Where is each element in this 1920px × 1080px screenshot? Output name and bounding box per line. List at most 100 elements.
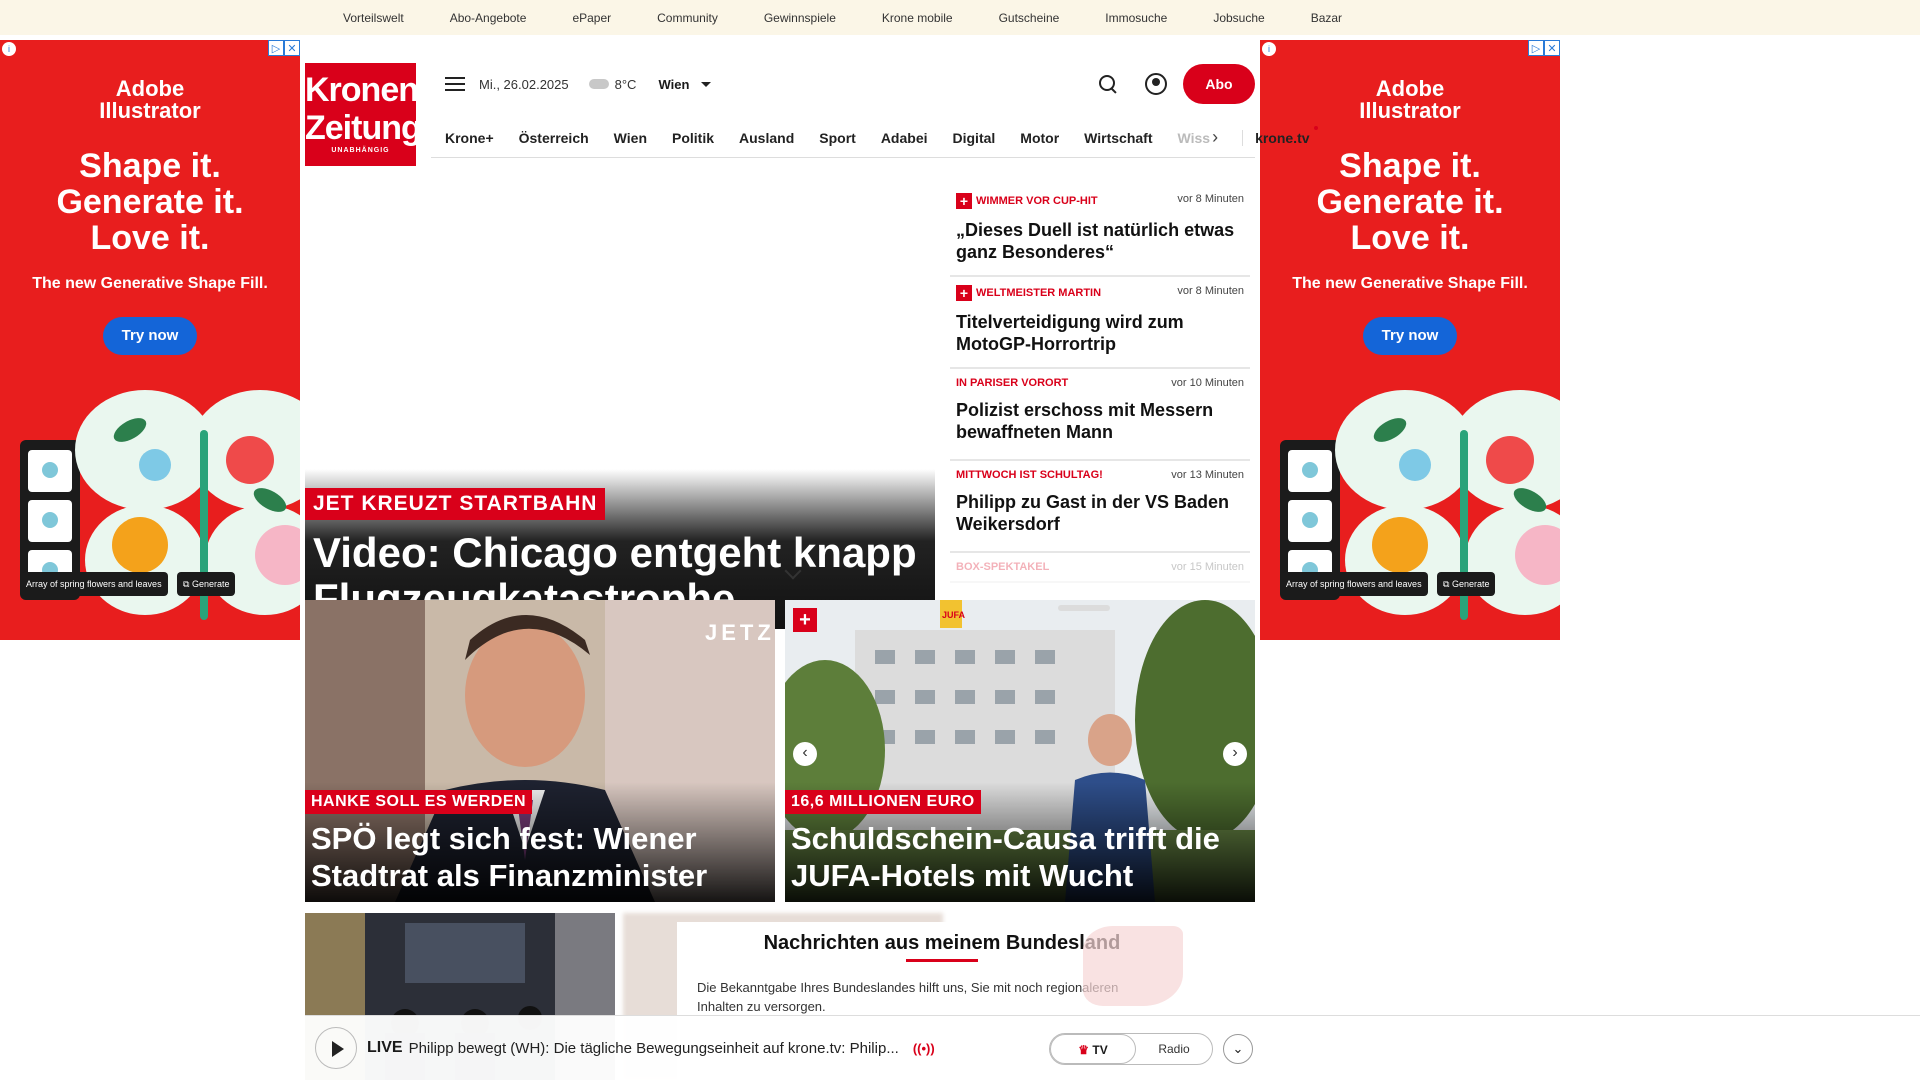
nav-item-wien[interactable]: Wien [614, 130, 647, 146]
logo-line-2: Zeitung [305, 109, 422, 147]
radio-toggle[interactable]: Radio [1136, 1034, 1212, 1064]
nav-item-sport[interactable]: Sport [819, 130, 856, 146]
ad-brand: Adobe Illustrator [1260, 78, 1560, 122]
ad-brand-line1: Adobe [1375, 76, 1445, 101]
nav-item-ausland[interactable]: Ausland [739, 130, 794, 146]
nav-item-politik[interactable]: Politik [672, 130, 714, 146]
plus-icon: + [793, 608, 817, 632]
header-bar: Mi., 26.02.2025 8°C Wien Abo [431, 64, 1255, 104]
ad-close-icon[interactable]: ✕ [284, 40, 300, 56]
ticker-kicker: + WELTMEISTER MARTIN [956, 285, 1101, 301]
ad-generate-chip: ⧉ Generate [177, 572, 236, 596]
photo-overlay-text: JETZ [705, 620, 775, 645]
nav-item-oesterreich[interactable]: Österreich [519, 130, 589, 146]
ticker-item[interactable]: + WELTMEISTER MARTIN vor 8 Minuten Titelve… [950, 277, 1250, 369]
ad-try-now-button[interactable]: Try now [1363, 317, 1457, 355]
hotel-sign-text: JUFA [942, 610, 966, 620]
ticker-kicker: + WIMMER VOR CUP-HIT [956, 193, 1098, 209]
utility-link-vorteilswelt[interactable]: Vorteilswelt [343, 11, 404, 25]
ticker-time: vor 15 Minuten [1171, 561, 1244, 573]
ad-headline-1: Shape it. [79, 147, 221, 185]
chevron-down-icon[interactable] [701, 81, 712, 87]
nav-item-motor[interactable]: Motor [1020, 130, 1059, 146]
utility-link-krone-mobile[interactable]: Krone mobile [882, 11, 953, 25]
play-icon[interactable] [315, 1027, 357, 1069]
plus-icon: + [956, 193, 972, 209]
ad-left[interactable]: i ▷ ✕ Adobe Illustrator Shape it. Genera… [0, 40, 300, 640]
utility-link-community[interactable]: Community [657, 11, 718, 25]
kronen-zeitung-logo[interactable]: Kronen Zeitung UNABHÄNGIG [305, 63, 422, 166]
nav-item-wissen[interactable]: Wiss [1178, 130, 1211, 146]
ad-brand-line1: Adobe [115, 76, 185, 101]
ticker-time: vor 8 Minuten [1177, 193, 1244, 205]
ad-info-icon[interactable]: i [2, 42, 16, 56]
nav-item-krone-plus[interactable]: Krone+ [445, 130, 494, 146]
ad-generate-label: Generate [1451, 579, 1490, 589]
card-kicker: HANKE SOLL ES WERDEN [305, 790, 533, 814]
nav-item-adabei[interactable]: Adabei [881, 130, 928, 146]
card-title: SPÖ legt sich fest: Wiener Stadtrat als … [311, 821, 708, 893]
ad-try-now-button[interactable]: Try now [103, 317, 197, 355]
ad-headline: Shape it. Generate it. Love it. [0, 148, 300, 256]
external-link-icon: ⧉ [1443, 579, 1452, 589]
ad-butterfly-artwork [1280, 390, 1560, 620]
plus-icon: + [956, 285, 972, 301]
ticker-item[interactable]: MITTWOCH IST SCHULTAG! vor 13 Minuten Phi… [950, 461, 1250, 553]
carousel-next-icon[interactable]: › [1223, 742, 1247, 766]
utility-link-gutscheine[interactable]: Gutscheine [999, 11, 1060, 25]
utility-link-gewinnspiele[interactable]: Gewinnspiele [764, 11, 836, 25]
broadcast-icon: ((•)) [912, 1040, 935, 1056]
chevron-right-icon[interactable]: › [1212, 127, 1218, 148]
ad-info-icon[interactable]: i [1262, 42, 1276, 56]
nav-item-krone-tv[interactable]: krone.tv [1242, 125, 1319, 146]
chevron-down-icon[interactable]: ⌄ [1223, 1034, 1253, 1064]
ticker-kicker-text: WELTMEISTER MARTIN [976, 287, 1102, 299]
ticker-item[interactable]: BOX-SPEKTAKEL vor 15 Minuten [950, 553, 1250, 583]
utility-link-abo-angebote[interactable]: Abo-Angebote [450, 11, 527, 25]
nav-item-digital[interactable]: Digital [953, 130, 996, 146]
hero-kicker: JET KREUZT STARTBAHN [305, 488, 606, 520]
search-icon[interactable] [1099, 75, 1117, 93]
utility-nav: Vorteilswelt Abo-Angebote ePaper Communi… [0, 0, 1920, 35]
ad-headline-2: Generate it. [56, 183, 244, 221]
utility-link-jobsuche[interactable]: Jobsuche [1213, 11, 1264, 25]
utility-link-immosuche[interactable]: Immosuche [1105, 11, 1167, 25]
abo-button[interactable]: Abo [1183, 64, 1255, 104]
carousel-prev-icon[interactable]: ‹ [793, 742, 817, 766]
tv-toggle-label: TV [1092, 1043, 1108, 1057]
ad-generate-label: Generate [191, 579, 230, 589]
nav-item-wirtschaft[interactable]: Wirtschaft [1084, 130, 1152, 146]
ad-brand-line2: Illustrator [1359, 98, 1461, 123]
story-card[interactable]: JETZ HANKE SOLL ES WERDEN SPÖ legt sich … [305, 600, 775, 902]
ad-choices[interactable]: ▷ ✕ [1528, 40, 1560, 56]
utility-link-bazar[interactable]: Bazar [1311, 11, 1342, 25]
ad-butterfly-artwork [20, 390, 300, 620]
ticker-item[interactable]: + WIMMER VOR CUP-HIT vor 8 Minuten „Dieses… [950, 185, 1250, 277]
ticker-item[interactable]: IN PARISER VORORT vor 10 Minuten Polizist… [950, 369, 1250, 461]
adchoices-icon[interactable]: ▷ [1528, 40, 1544, 56]
live-program-text[interactable]: Philipp bewegt (WH): Die tägliche Bewegu… [409, 1040, 899, 1057]
logo-line-3: UNABHÄNGIG [331, 147, 390, 154]
ad-prompt-chip: Array of spring flowers and leaves [20, 572, 168, 596]
adchoices-icon[interactable]: ▷ [268, 40, 284, 56]
carousel-indicator [1058, 605, 1110, 611]
ad-close-icon[interactable]: ✕ [1544, 40, 1560, 56]
story-card[interactable]: JUFA + ‹ › 16,6 MILLIONEN EURO Schuldsch… [785, 600, 1255, 902]
ad-headline-3: Love it. [1350, 219, 1470, 257]
ad-prompt-chip: Array of spring flowers and leaves [1280, 572, 1428, 596]
city-selector[interactable]: Wien [658, 77, 689, 92]
ad-headline: Shape it. Generate it. Love it. [1260, 148, 1560, 256]
ad-subline: The new Generative Shape Fill. [1292, 275, 1528, 292]
ad-choices[interactable]: ▷ ✕ [268, 40, 300, 56]
tv-toggle[interactable]: ♛ TV [1050, 1034, 1136, 1064]
hero-article[interactable]: JET KREUZT STARTBAHN Video: Chicago entg… [305, 185, 935, 629]
ad-subline: The new Generative Shape Fill. [32, 275, 268, 292]
utility-link-epaper[interactable]: ePaper [572, 11, 611, 25]
cloud-icon [588, 79, 609, 89]
ad-headline-1: Shape it. [1339, 147, 1481, 185]
crown-icon: ♛ [1078, 1043, 1090, 1057]
menu-icon[interactable] [445, 77, 465, 91]
news-ticker: + WIMMER VOR CUP-HIT vor 8 Minuten „Dieses… [950, 185, 1250, 615]
live-label: LIVE [367, 1039, 403, 1056]
user-icon[interactable] [1145, 73, 1167, 95]
